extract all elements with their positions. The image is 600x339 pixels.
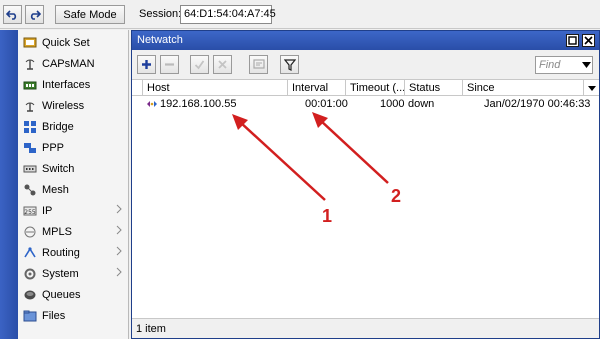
submenu-arrow-icon [116, 204, 122, 214]
routing-icon [22, 245, 38, 261]
mesh-icon [22, 182, 38, 198]
netwatch-window: Netwatch Find Host Interval Timeout (...… [131, 30, 600, 339]
bridge-icon [22, 119, 38, 135]
find-dropdown[interactable] [580, 56, 593, 74]
undo-icon [6, 10, 17, 20]
column-interval[interactable]: Interval [288, 80, 346, 96]
chevron-down-icon [582, 62, 591, 68]
sidebar-item-label: PPP [42, 141, 65, 154]
sidebar-item-label: Routing [42, 246, 80, 259]
sidebar-item-mesh[interactable]: Mesh [18, 179, 129, 200]
switch-icon [22, 161, 38, 177]
safe-mode-button[interactable]: Safe Mode [55, 5, 125, 24]
sidebar-item-ip[interactable]: 255 IP [18, 200, 129, 221]
files-icon [22, 308, 38, 324]
header-spacer [132, 80, 143, 96]
sidebar-menu: Quick Set CAPsMAN Interfaces Wireless Br… [18, 30, 129, 339]
main-toolbar: Safe Mode Session: 64:D1:54:04:A7:45 [0, 0, 600, 29]
close-icon [584, 36, 593, 45]
sidebar-item-queues[interactable]: Queues [18, 284, 129, 305]
cell-host: 192.168.100.55 [160, 98, 237, 110]
plus-icon [142, 60, 151, 69]
restore-button[interactable] [566, 34, 579, 47]
sidebar-item-switch[interactable]: Switch [18, 158, 129, 179]
sidebar-item-label: CAPsMAN [42, 57, 95, 70]
sidebar-item-capsman[interactable]: CAPsMAN [18, 53, 129, 74]
redo-icon [30, 10, 41, 20]
remove-button[interactable] [160, 55, 179, 74]
close-button[interactable] [582, 34, 595, 47]
comment-icon [252, 59, 265, 69]
queues-icon [22, 287, 38, 303]
column-status[interactable]: Status [405, 80, 463, 96]
column-since[interactable]: Since [463, 80, 584, 96]
wireless-icon [22, 98, 38, 114]
ppp-icon [22, 140, 38, 156]
sidebar-item-interfaces[interactable]: Interfaces [18, 74, 129, 95]
svg-text:255: 255 [24, 209, 36, 216]
mpls-icon [22, 224, 38, 240]
sidebar-item-wireless[interactable]: Wireless [18, 95, 129, 116]
table-row[interactable]: 192.168.100.55 00:01:00 1000 down Jan/02… [132, 96, 599, 112]
sidebar-item-files[interactable]: Files [18, 305, 129, 326]
minus-icon [165, 63, 174, 66]
filter-icon [283, 58, 296, 71]
system-icon [22, 266, 38, 282]
disable-button[interactable] [213, 55, 232, 74]
capsman-icon [22, 56, 38, 72]
sidebar-item-routing[interactable]: Routing [18, 242, 129, 263]
annotation-label-1: 1 [322, 206, 333, 226]
submenu-arrow-icon [116, 267, 122, 277]
sidebar-item-label: Quick Set [42, 36, 90, 49]
sidebar-item-system[interactable]: System [18, 263, 129, 284]
enable-button[interactable] [190, 55, 209, 74]
window-title-text: Netwatch [137, 34, 183, 46]
restore-icon [568, 36, 577, 45]
cell-interval: 00:01:00 [305, 98, 348, 110]
sidebar-item-label: Bridge [42, 120, 74, 133]
sidebar-item-label: Mesh [42, 183, 69, 196]
submenu-arrow-icon [116, 225, 122, 235]
sidebar-item-quick-set[interactable]: Quick Set [18, 32, 129, 53]
sidebar-item-label: System [42, 267, 79, 280]
cell-since: Jan/02/1970 00:46:33 [484, 98, 591, 110]
sidebar-item-label: MPLS [42, 225, 72, 238]
redo-button[interactable] [25, 5, 44, 24]
item-count: 1 item [132, 318, 599, 338]
submenu-arrow-icon [116, 246, 122, 256]
filter-button[interactable] [280, 55, 299, 74]
sidebar-item-label: IP [42, 204, 53, 217]
undo-button[interactable] [3, 5, 22, 24]
sidebar-item-mpls[interactable]: MPLS [18, 221, 129, 242]
check-icon [194, 60, 205, 70]
winbox-side-stripe [0, 30, 18, 339]
session-label: Session: [139, 8, 182, 20]
sidebar-item-ppp[interactable]: PPP [18, 137, 129, 158]
table-header: Host Interval Timeout (... Status Since [132, 80, 599, 96]
x-icon [218, 60, 227, 69]
column-timeout[interactable]: Timeout (... [346, 80, 405, 96]
sidebar-item-label: Wireless [42, 99, 85, 112]
quick-set-icon [22, 35, 38, 51]
column-host[interactable]: Host [143, 80, 288, 96]
window-title[interactable]: Netwatch [132, 31, 599, 50]
interfaces-icon [22, 77, 38, 93]
session-field[interactable]: 64:D1:54:04:A7:45 [180, 5, 276, 24]
add-button[interactable] [137, 55, 156, 74]
sidebar-item-label: Interfaces [42, 78, 91, 91]
sidebar-item-bridge[interactable]: Bridge [18, 116, 129, 137]
comment-button[interactable] [249, 55, 268, 74]
chevron-down-icon [587, 85, 596, 91]
columns-menu[interactable] [584, 80, 599, 96]
window-toolbar: Find [132, 50, 599, 80]
sidebar-item-label: Switch [42, 162, 75, 175]
annotation-label-2: 2 [391, 186, 402, 206]
cell-timeout: 1000 [380, 98, 405, 110]
netwatch-host-icon [147, 101, 157, 107]
sidebar-item-label: Files [42, 309, 66, 322]
sidebar-item-label: Queues [42, 288, 81, 301]
ip-icon: 255 [22, 203, 38, 219]
cell-status: down [408, 98, 435, 110]
